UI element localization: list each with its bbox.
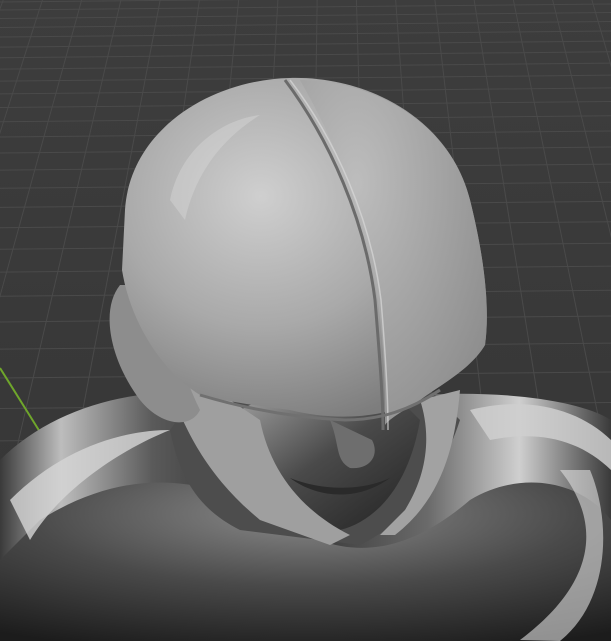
3d-viewport[interactable] — [0, 0, 611, 641]
viewport-canvas[interactable] — [0, 0, 611, 641]
